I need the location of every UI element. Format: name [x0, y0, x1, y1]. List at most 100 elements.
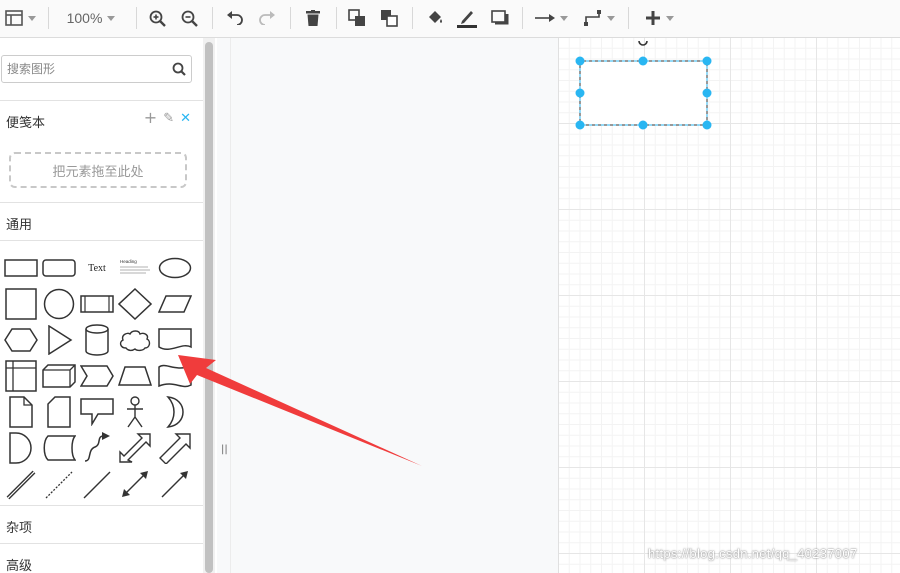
delay-shape[interactable]	[3, 431, 39, 465]
trapezoid-icon	[118, 366, 152, 386]
rounded-rectangle-shape[interactable]	[41, 251, 77, 285]
ellipse-shape[interactable]	[157, 251, 193, 285]
note-shape[interactable]	[3, 395, 39, 429]
directional-connector-shape[interactable]	[157, 467, 193, 501]
advanced-section-header[interactable]: 高级	[0, 543, 203, 573]
card-icon	[47, 396, 71, 428]
arrow-right-icon	[534, 14, 555, 22]
chevron-down-icon	[665, 15, 674, 21]
parallelogram-icon	[158, 295, 192, 313]
resize-handle[interactable]	[702, 88, 712, 98]
circle-shape[interactable]	[41, 287, 77, 321]
shape-search-box[interactable]	[1, 55, 192, 83]
text-shape-label: Text	[88, 262, 106, 274]
or-shape[interactable]	[157, 395, 193, 429]
textbox-icon: Heading	[120, 259, 150, 274]
waypoints-dropdown[interactable]	[580, 5, 618, 31]
document-shape[interactable]	[157, 323, 193, 357]
to-front-button[interactable]	[346, 5, 368, 31]
shadow-icon	[491, 10, 509, 25]
search-icon[interactable]	[172, 62, 186, 76]
trapezoid-shape[interactable]	[117, 359, 153, 393]
hexagon-shape[interactable]	[3, 323, 39, 357]
paint-bucket-icon	[429, 11, 442, 23]
textbox-shape[interactable]: Heading	[117, 251, 153, 285]
splitter-handle-icon[interactable]: ||	[221, 444, 228, 455]
shadow-button[interactable]	[489, 5, 511, 31]
general-title: 通用	[6, 218, 33, 233]
sidebar-splitter[interactable]	[217, 38, 231, 573]
scratchpad-actions: + ✎ ✕	[144, 110, 191, 127]
container-shape[interactable]	[3, 359, 39, 393]
square-shape[interactable]	[3, 287, 39, 321]
zoom-in-button[interactable]	[146, 5, 168, 31]
card-shape[interactable]	[41, 395, 77, 429]
undo-button[interactable]	[224, 5, 246, 31]
scratchpad-header[interactable]: 便笺本 + ✎ ✕	[0, 100, 203, 139]
rectangle-shape[interactable]	[3, 251, 39, 285]
callout-shape[interactable]	[79, 395, 115, 429]
rectangle-icon	[4, 259, 38, 277]
redo-button[interactable]	[256, 5, 278, 31]
step-shape[interactable]	[79, 359, 115, 393]
process-icon	[80, 295, 114, 313]
misc-section-header[interactable]: 杂项	[0, 505, 203, 544]
rotate-handle-icon[interactable]	[638, 40, 648, 46]
bidirectional-connector-shape[interactable]	[117, 467, 153, 501]
delete-button[interactable]	[302, 5, 324, 31]
note-icon	[9, 396, 33, 428]
resize-handle[interactable]	[638, 120, 648, 130]
scratchpad-dropzone[interactable]: 把元素拖至此处	[9, 152, 187, 188]
search-input[interactable]	[7, 60, 167, 78]
connection-style-dropdown[interactable]	[532, 5, 570, 31]
diamond-shape[interactable]	[117, 287, 153, 321]
double-arrow-shape[interactable]	[117, 431, 153, 465]
line-shape[interactable]	[79, 467, 115, 501]
selected-shape[interactable]	[570, 30, 720, 140]
zoom-out-button[interactable]	[178, 5, 200, 31]
resize-handle[interactable]	[575, 120, 585, 130]
to-back-button[interactable]	[378, 5, 400, 31]
curved-arrow-shape[interactable]	[79, 431, 115, 465]
resize-handle[interactable]	[702, 120, 712, 130]
crescent-icon	[166, 396, 184, 428]
bidirectional-arrow-icon	[119, 433, 151, 463]
misc-title: 杂项	[6, 521, 33, 536]
hexagon-icon	[4, 328, 38, 352]
cylinder-shape[interactable]	[79, 323, 115, 357]
edit-icon[interactable]: ✎	[163, 111, 174, 126]
line-color-button[interactable]	[456, 5, 478, 31]
general-section-header[interactable]: 通用	[0, 202, 203, 241]
rectangle-element[interactable]	[579, 60, 708, 126]
insert-dropdown[interactable]	[640, 5, 678, 31]
line-icon	[83, 471, 111, 499]
parallelogram-shape[interactable]	[157, 287, 193, 321]
sidebar-scrollbar-thumb[interactable]	[205, 42, 213, 573]
plus-icon	[645, 11, 660, 25]
resize-handle[interactable]	[575, 88, 585, 98]
resize-handle[interactable]	[638, 56, 648, 66]
resize-handle[interactable]	[702, 56, 712, 66]
close-icon[interactable]: ✕	[180, 111, 191, 126]
single-arrow-shape[interactable]	[157, 431, 193, 465]
dashed-line-shape[interactable]	[41, 467, 77, 501]
divider	[0, 240, 203, 242]
process-shape[interactable]	[79, 287, 115, 321]
fill-color-button[interactable]	[424, 5, 446, 31]
chevron-down-icon	[27, 15, 36, 21]
bring-to-front-icon	[348, 9, 365, 26]
triangle-shape[interactable]	[41, 323, 77, 357]
add-icon[interactable]: +	[144, 110, 157, 126]
format-panel-button[interactable]	[2, 5, 38, 31]
data-storage-shape[interactable]	[41, 431, 77, 465]
resize-handle[interactable]	[575, 56, 585, 66]
scratchpad-title: 便笺本	[6, 116, 46, 131]
cloud-shape[interactable]	[117, 323, 153, 357]
link-shape[interactable]	[3, 467, 39, 501]
toolbar-separator	[290, 7, 291, 29]
actor-shape[interactable]	[117, 395, 153, 429]
cube-shape[interactable]	[41, 359, 77, 393]
text-shape[interactable]: Text	[79, 251, 115, 285]
zoom-dropdown[interactable]: 100%	[60, 5, 122, 31]
tape-shape[interactable]	[157, 359, 193, 393]
